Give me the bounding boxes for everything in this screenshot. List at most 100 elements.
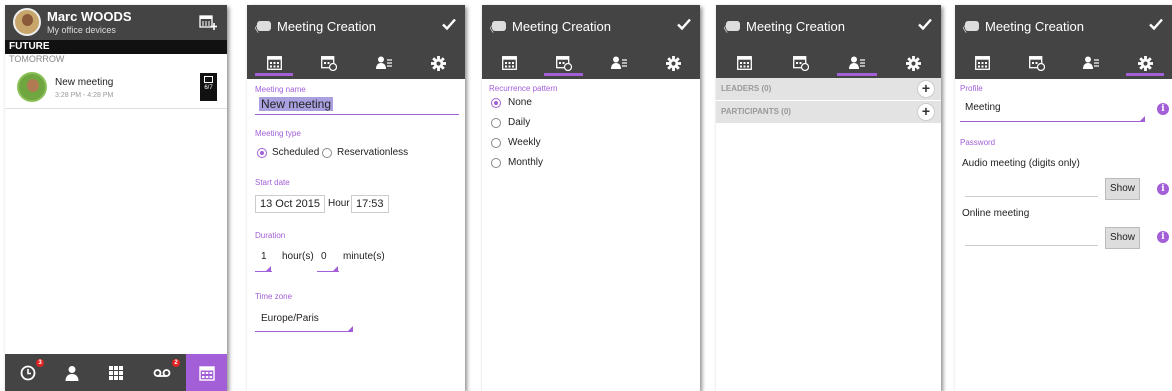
start-date-field[interactable]: 13 Oct 2015: [255, 195, 325, 213]
gear-icon: [665, 55, 681, 71]
audio-show-button[interactable]: Show: [1105, 178, 1140, 200]
online-password-input[interactable]: [965, 245, 1098, 246]
duration-hours-select[interactable]: 1: [261, 251, 267, 262]
calendar-icon: [974, 56, 990, 70]
start-date-label: Start date: [255, 178, 290, 187]
online-info-icon[interactable]: i: [1157, 231, 1169, 243]
meeting-list-item[interactable]: New meeting 3:28 PM - 4:28 PM 6/7: [5, 67, 227, 109]
reservationless-label: Reservationless: [337, 147, 409, 158]
user-avatar[interactable]: [13, 8, 41, 36]
online-show-button[interactable]: Show: [1105, 227, 1140, 249]
tab-participants[interactable]: [829, 47, 885, 79]
check-icon[interactable]: [917, 16, 933, 32]
timezone-label: Time zone: [255, 292, 293, 301]
profile-info-icon[interactable]: i: [1157, 103, 1169, 115]
tab-settings[interactable]: [646, 47, 700, 79]
nav-history[interactable]: 3: [8, 354, 48, 391]
tab-settings[interactable]: [1118, 47, 1172, 79]
recurrence-calendar-icon: [555, 55, 572, 71]
add-leader-button[interactable]: +: [917, 80, 935, 98]
nav-voicemail[interactable]: 2: [142, 354, 182, 391]
conference-logo-icon: [726, 21, 740, 31]
tab-settings[interactable]: [885, 47, 941, 79]
calendar-icon: [198, 365, 215, 381]
hour-field[interactable]: 17:53: [351, 195, 389, 213]
calendar-icon: [501, 56, 517, 70]
duration-label: Duration: [255, 231, 286, 240]
meeting-name-input[interactable]: New meeting: [259, 97, 334, 111]
conference-logo-icon: [492, 21, 506, 31]
tab-general[interactable]: [247, 47, 301, 79]
participants-label: PARTICIPANTS (0): [721, 107, 791, 116]
leaders-label: LEADERS (0): [721, 84, 772, 93]
password-label: Password: [960, 138, 996, 147]
check-icon[interactable]: [1148, 16, 1164, 32]
check-icon[interactable]: [676, 16, 692, 32]
hours-unit: hour(s): [282, 251, 314, 262]
bottom-nav: 3 2: [5, 354, 227, 391]
timezone-select[interactable]: Europe/Paris: [261, 313, 319, 324]
participants-icon: [849, 56, 865, 69]
history-icon: [20, 365, 36, 380]
tab-general[interactable]: [955, 47, 1009, 79]
tab-general[interactable]: [716, 47, 772, 79]
tab-recurrence[interactable]: [1009, 47, 1064, 79]
tab-recurrence[interactable]: [301, 47, 356, 79]
recurrence-calendar-icon: [792, 55, 809, 71]
app-header: 〈 Meeting Creation: [716, 5, 941, 47]
contact-icon: [65, 365, 79, 381]
timezone-underline: [255, 331, 353, 332]
nav-dialpad[interactable]: [96, 354, 136, 391]
meeting-badge-text: 6/7: [204, 85, 213, 91]
meeting-title: New meeting: [55, 77, 114, 88]
radio-daily[interactable]: [491, 118, 501, 128]
history-badge: 3: [36, 359, 44, 367]
tab-participants[interactable]: [356, 47, 411, 79]
radio-reservationless[interactable]: [322, 148, 332, 158]
nav-contacts[interactable]: [52, 354, 92, 391]
tab-bar: [247, 47, 465, 79]
profile-select[interactable]: Meeting: [965, 102, 1001, 113]
agenda-screen: Marc WOODS My office devices FUTURE TOMO…: [5, 5, 227, 391]
user-name: Marc WOODS: [47, 9, 132, 24]
gear-icon: [905, 55, 921, 71]
tab-recurrence[interactable]: [772, 47, 829, 79]
app-header: 〈 Meeting Creation: [482, 5, 700, 47]
meeting-creation-participants: 〈 Meeting Creation LEADERS (0) + PARTICI…: [716, 5, 941, 391]
check-icon[interactable]: [441, 16, 457, 32]
app-header: 〈 Meeting Creation: [955, 5, 1172, 47]
meeting-creation-recurrence: 〈 Meeting Creation Recurrence pattern No…: [482, 5, 700, 391]
dialpad-icon: [109, 365, 123, 380]
tab-participants[interactable]: [591, 47, 646, 79]
tab-bar: [482, 47, 700, 79]
tab-participants[interactable]: [1064, 47, 1118, 79]
scheduled-label: Scheduled: [272, 147, 320, 158]
tab-bar: [716, 47, 941, 79]
audio-meeting-label: Audio meeting (digits only): [962, 158, 1080, 169]
nav-meetings[interactable]: [186, 354, 227, 391]
duration-minutes-select[interactable]: 0: [321, 251, 327, 262]
meeting-name-label: Meeting name: [255, 85, 306, 94]
option-none: None: [508, 97, 532, 108]
radio-weekly[interactable]: [491, 138, 501, 148]
option-daily: Daily: [508, 117, 531, 128]
add-participant-button[interactable]: +: [917, 103, 935, 121]
radio-none[interactable]: [491, 98, 501, 108]
radio-monthly[interactable]: [491, 158, 501, 168]
tab-general[interactable]: [482, 47, 536, 79]
add-meeting-icon[interactable]: [199, 13, 217, 31]
page-title: Meeting Creation: [277, 19, 376, 34]
audio-info-icon[interactable]: i: [1157, 183, 1169, 195]
hour-label: Hour: [328, 198, 350, 209]
tab-recurrence[interactable]: [536, 47, 591, 79]
meeting-creation-general: 〈 Meeting Creation Meeting name New meet…: [247, 5, 465, 391]
agenda-header: Marc WOODS My office devices: [5, 5, 227, 40]
tab-settings[interactable]: [411, 47, 465, 79]
audio-password-input[interactable]: [965, 196, 1098, 197]
radio-scheduled[interactable]: [257, 148, 267, 158]
meeting-creation-settings: 〈 Meeting Creation Profile Meeting i Pas…: [955, 5, 1172, 391]
calendar-icon: [266, 56, 282, 70]
meeting-type-label: Meeting type: [255, 129, 301, 138]
tab-bar: [955, 47, 1172, 79]
participants-section: PARTICIPANTS (0) +: [716, 101, 941, 123]
